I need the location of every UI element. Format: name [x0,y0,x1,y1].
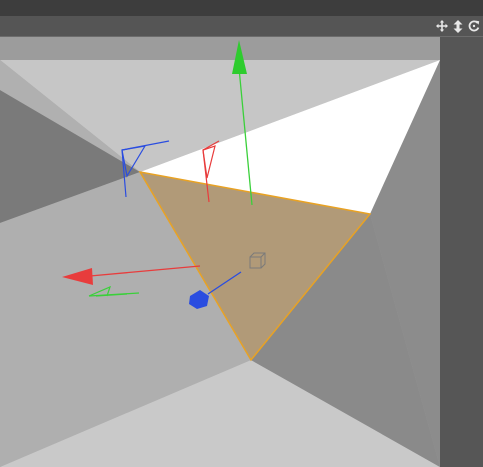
window-title-bar [0,0,483,17]
y-axis-arrow[interactable] [232,40,247,74]
rotate-icon[interactable] [467,18,481,34]
transform-tools [435,17,481,35]
scene-canvas[interactable] [0,37,483,467]
scene-toolbar [0,16,483,37]
vertical-move-icon[interactable] [451,18,465,34]
move-icon[interactable] [435,18,449,34]
scene-viewport[interactable] [0,37,483,467]
scene-right-strip [440,37,483,467]
